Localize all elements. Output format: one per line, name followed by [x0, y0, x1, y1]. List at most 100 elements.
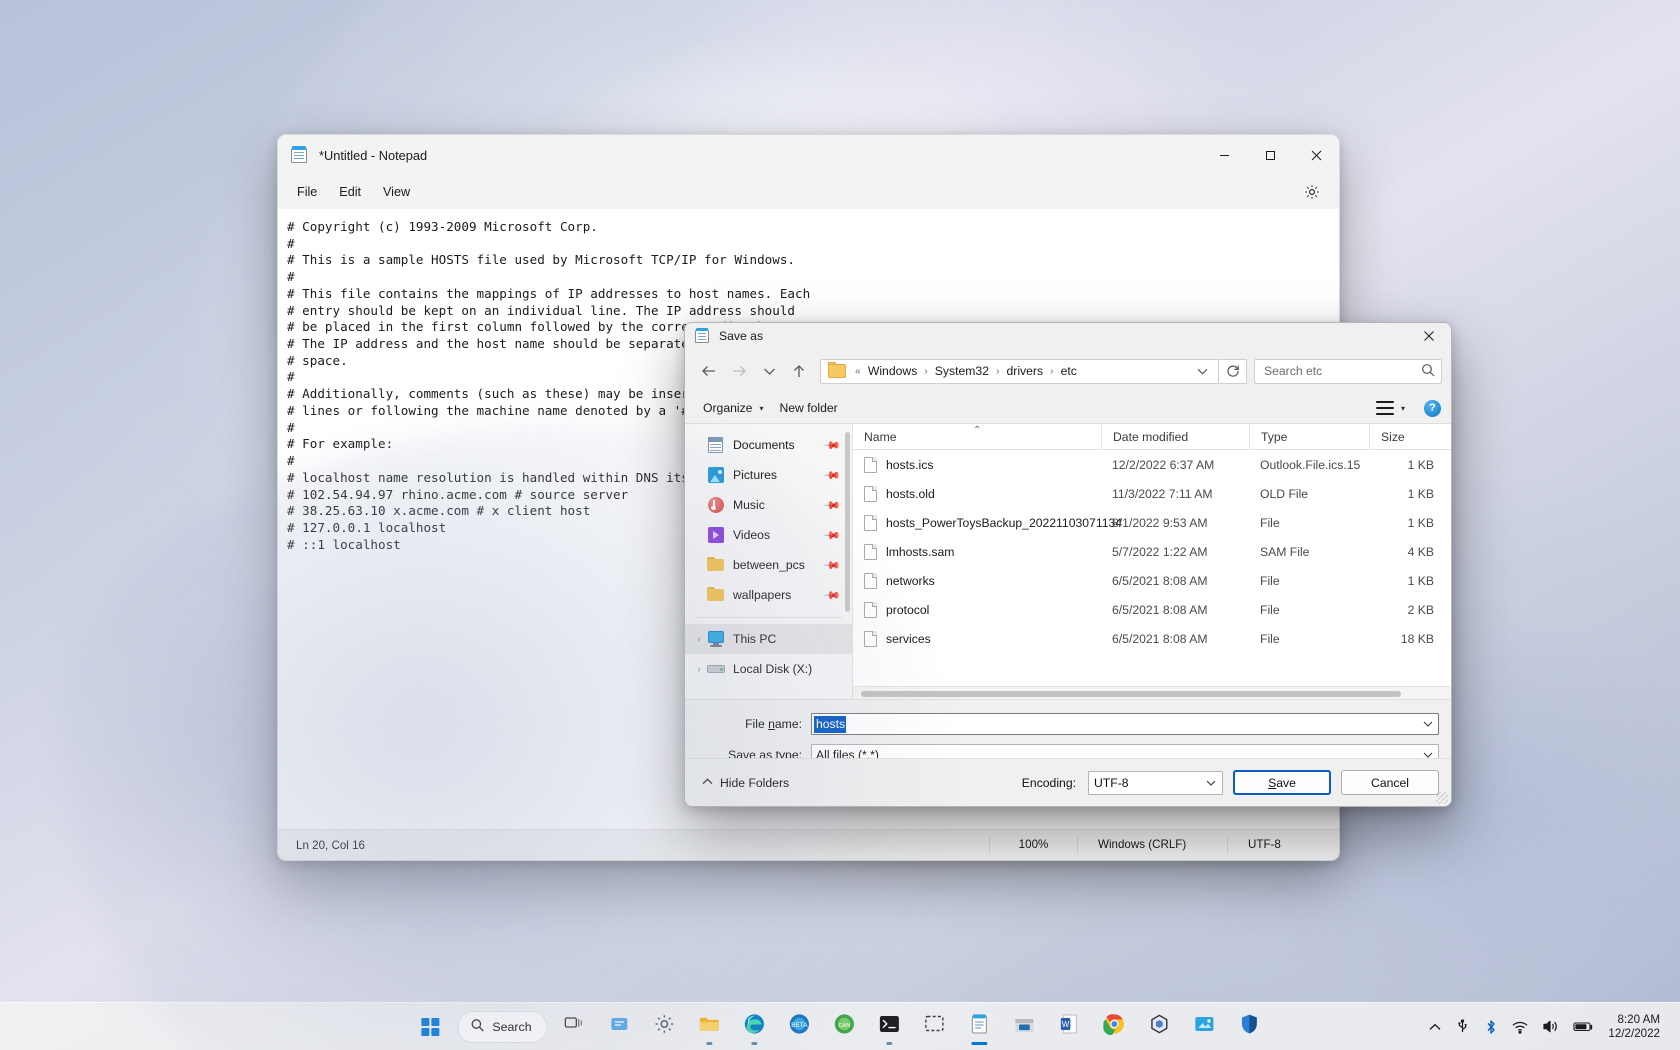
zoom-level[interactable]: 100% [989, 836, 1077, 854]
tray-chevron-up-icon[interactable] [1423, 1010, 1447, 1044]
table-row[interactable]: hosts.old 11/3/2022 7:11 AM OLD File 1 K… [853, 479, 1451, 508]
column-header-date-modified[interactable]: Date modified [1101, 424, 1249, 450]
column-header-name[interactable]: Name ⌃ [853, 424, 1101, 450]
sidebar-scrollbar[interactable] [845, 432, 850, 612]
column-header-size[interactable]: Size [1369, 424, 1447, 450]
start-button[interactable] [410, 1007, 450, 1047]
canary-icon: CAN [834, 1013, 856, 1040]
menu-edit[interactable]: Edit [328, 181, 372, 203]
pin-icon[interactable]: 📌 [823, 526, 842, 545]
taskbar-microsoft-store[interactable] [1005, 1007, 1045, 1047]
network-icon[interactable] [1506, 1010, 1534, 1044]
pin-icon[interactable]: 📌 [823, 556, 842, 575]
taskbar-security[interactable] [1230, 1007, 1270, 1047]
maximize-button[interactable] [1247, 135, 1293, 175]
organize-label: Organize [703, 401, 752, 415]
sidebar-item-music[interactable]: Music 📌 [685, 490, 852, 520]
pin-icon[interactable]: 📌 [823, 466, 842, 485]
sidebar-item-label: Pictures [733, 468, 777, 482]
notepad-titlebar[interactable]: *Untitled - Notepad [278, 135, 1339, 175]
taskbar-powertoys[interactable] [1140, 1007, 1180, 1047]
save-button[interactable]: Save [1233, 770, 1331, 795]
taskbar-canary-app[interactable]: CAN [825, 1007, 865, 1047]
organize-button[interactable]: Organize ▾ [695, 397, 771, 419]
back-button[interactable] [694, 357, 724, 385]
chevron-right-icon[interactable]: › [691, 634, 707, 644]
clock[interactable]: 8:20 AM 12/2/2022 [1602, 1007, 1668, 1047]
encoding-select[interactable]: UTF-8 [1088, 771, 1223, 795]
file-list[interactable]: Name ⌃ Date modified Type Size hosts.ics… [853, 424, 1451, 699]
usb-icon[interactable] [1449, 1010, 1476, 1044]
table-row[interactable]: hosts_PowerToysBackup_20221103071134 8/1… [853, 508, 1451, 537]
gear-icon[interactable] [1297, 179, 1327, 205]
forward-button[interactable] [724, 357, 754, 385]
battery-icon[interactable] [1567, 1010, 1600, 1044]
search-input[interactable]: Search etc [1254, 359, 1442, 384]
breadcrumb-segment-drivers[interactable]: drivers [1004, 362, 1047, 380]
line-ending[interactable]: Windows (CRLF) [1077, 836, 1227, 854]
taskbar-snipping-tool[interactable] [915, 1007, 955, 1047]
column-header-type[interactable]: Type [1249, 424, 1369, 450]
breadcrumb-segment-etc[interactable]: etc [1058, 362, 1080, 380]
taskbar-search[interactable]: Search [457, 1011, 547, 1043]
taskbar-photos[interactable] [1185, 1007, 1225, 1047]
save-as-dialog[interactable]: Save as « Windows › Syste [684, 322, 1452, 807]
menu-file[interactable]: File [286, 181, 328, 203]
volume-icon[interactable] [1536, 1010, 1565, 1044]
breadcrumb-segment-system32[interactable]: System32 [932, 362, 992, 380]
chevron-down-icon[interactable] [1206, 778, 1216, 788]
save-as-titlebar[interactable]: Save as [685, 323, 1451, 349]
recent-locations-chevron-down-icon[interactable] [754, 357, 784, 385]
cancel-button[interactable]: Cancel [1341, 770, 1439, 795]
help-icon[interactable]: ? [1424, 400, 1441, 417]
refresh-icon[interactable] [1219, 359, 1247, 384]
taskbar-word[interactable]: W [1050, 1007, 1090, 1047]
taskbar-notepad[interactable] [960, 1007, 1000, 1047]
sidebar-item-local-disk[interactable]: › Local Disk (X:) [685, 654, 852, 684]
taskbar-terminal[interactable] [870, 1007, 910, 1047]
scrollbar-thumb[interactable] [861, 691, 1401, 697]
taskbar-file-explorer[interactable] [690, 1007, 730, 1047]
sidebar-item-between-pcs[interactable]: between_pcs 📌 [685, 550, 852, 580]
table-row[interactable]: protocol 6/5/2021 8:08 AM File 2 KB [853, 595, 1451, 624]
close-button[interactable] [1293, 135, 1339, 175]
breadcrumb-segment-windows[interactable]: Windows [865, 362, 920, 380]
table-row[interactable]: services 6/5/2021 8:08 AM File 18 KB [853, 624, 1451, 653]
resize-grip[interactable] [1436, 792, 1448, 804]
cursor-position: Ln 20, Col 16 [278, 839, 365, 852]
menu-view[interactable]: View [372, 181, 421, 203]
chevron-right-icon[interactable]: › [691, 664, 707, 674]
chevron-down-icon[interactable] [1423, 719, 1433, 729]
dialog-sidebar[interactable]: Documents 📌 Pictures 📌 Music 📌 [685, 424, 853, 699]
up-button[interactable] [784, 357, 814, 385]
encoding-status[interactable]: UTF-8 [1227, 836, 1339, 854]
sidebar-item-wallpapers[interactable]: wallpapers 📌 [685, 580, 852, 610]
bluetooth-icon[interactable] [1478, 1010, 1504, 1044]
taskbar-microsoft-edge[interactable] [735, 1007, 775, 1047]
file-list-horizontal-scrollbar[interactable] [853, 686, 1451, 699]
taskbar-task-view[interactable] [555, 1007, 595, 1047]
sidebar-item-this-pc[interactable]: › This PC [685, 624, 852, 654]
taskbar-widgets[interactable] [600, 1007, 640, 1047]
pin-icon[interactable]: 📌 [823, 496, 842, 515]
file-size: 1 KB [1369, 508, 1447, 537]
hide-folders-button[interactable]: Hide Folders [697, 776, 789, 790]
table-row[interactable]: hosts.ics 12/2/2022 6:37 AM Outlook.File… [853, 450, 1451, 479]
pin-icon[interactable]: 📌 [823, 586, 842, 605]
pin-icon[interactable]: 📌 [823, 436, 842, 455]
breadcrumb[interactable]: « Windows › System32 › drivers › etc [820, 359, 1219, 384]
dialog-close-button[interactable] [1407, 323, 1451, 349]
taskbar-chrome[interactable] [1095, 1007, 1135, 1047]
file-name-input[interactable]: hosts [811, 713, 1439, 735]
table-row[interactable]: networks 6/5/2021 8:08 AM File 1 KB [853, 566, 1451, 595]
new-folder-button[interactable]: New folder [771, 397, 845, 419]
breadcrumb-chevron-down-icon[interactable] [1191, 364, 1214, 378]
sidebar-item-documents[interactable]: Documents 📌 [685, 430, 852, 460]
sidebar-item-videos[interactable]: Videos 📌 [685, 520, 852, 550]
table-row[interactable]: lmhosts.sam 5/7/2022 1:22 AM SAM File 4 … [853, 537, 1451, 566]
view-mode-button[interactable]: ▾ [1368, 397, 1413, 419]
taskbar-beta-app[interactable]: BETA [780, 1007, 820, 1047]
sidebar-item-pictures[interactable]: Pictures 📌 [685, 460, 852, 490]
minimize-button[interactable] [1201, 135, 1247, 175]
taskbar-settings[interactable] [645, 1007, 685, 1047]
